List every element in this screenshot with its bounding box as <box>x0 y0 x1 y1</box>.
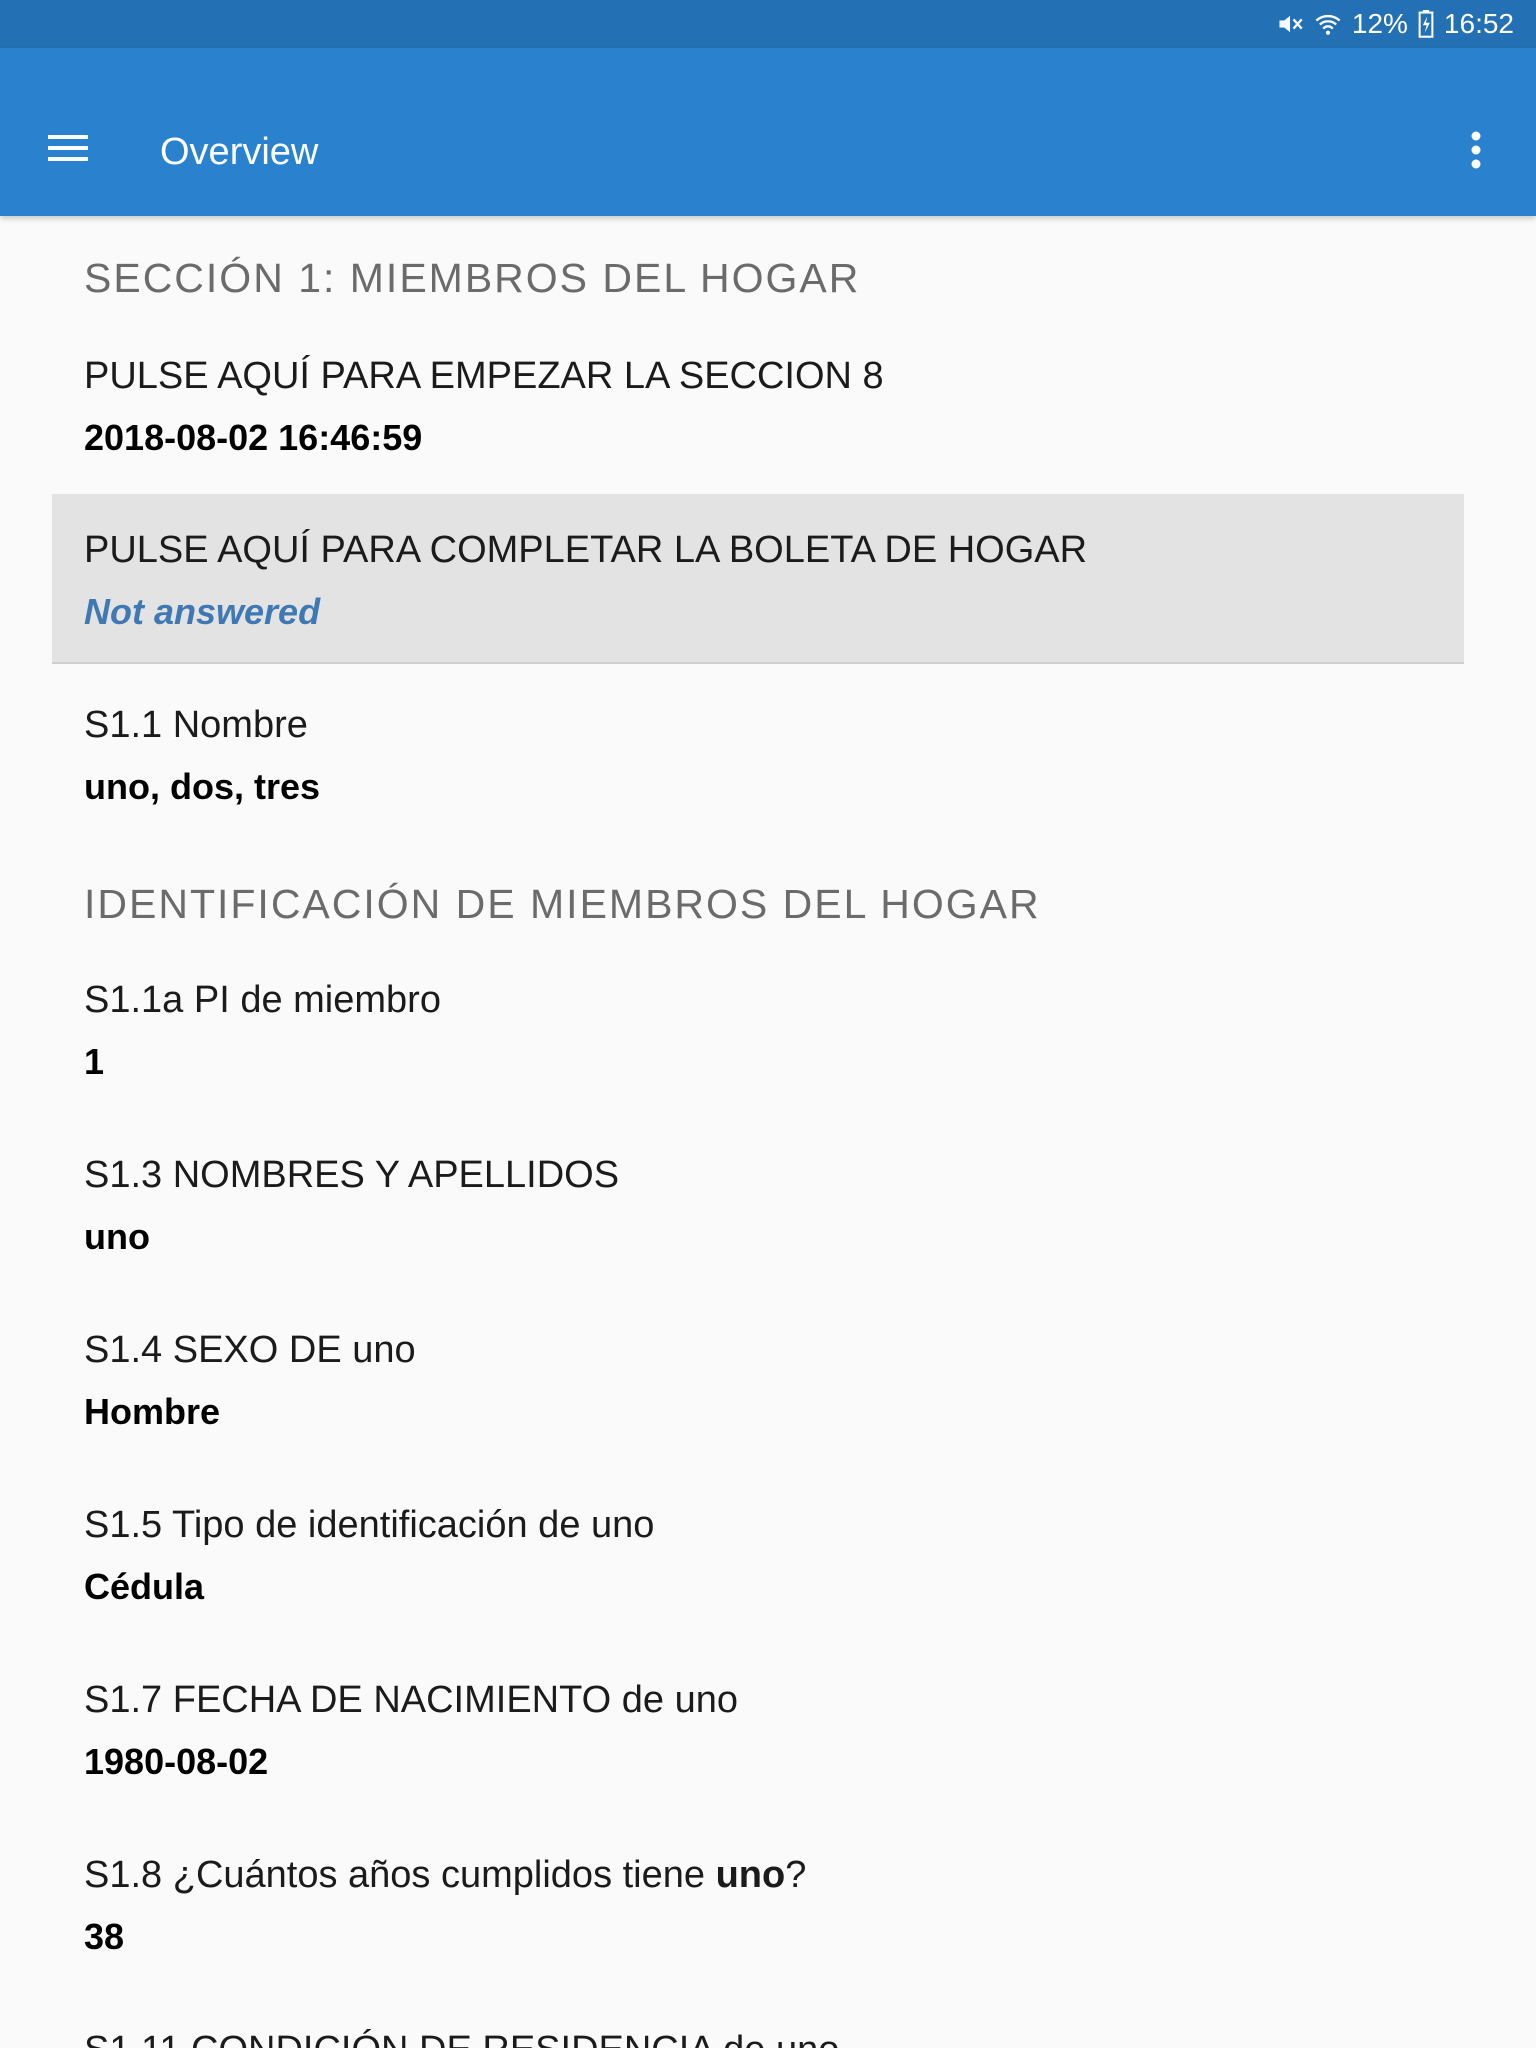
wifi-icon <box>1314 10 1342 38</box>
list-item[interactable]: S1.1a PI de miembro 1 <box>52 974 1464 1086</box>
question-label: S1.1 Nombre <box>84 704 308 746</box>
question-label: S1.11 CONDICIÓN DE RESIDENCIA de uno <box>84 2024 1464 2048</box>
page-title: Overview <box>160 131 319 173</box>
answer-value: Not answered <box>84 591 321 632</box>
question-suffix: ? <box>785 1854 807 1896</box>
answer-value: Cédula <box>84 1566 205 1607</box>
answer-value: 2018-08-02 16:46:59 <box>84 417 423 458</box>
clock: 16:52 <box>1443 8 1514 39</box>
question-label: S1.4 SEXO DE uno <box>84 1329 416 1371</box>
answer-value: 1980-08-02 <box>84 1741 269 1782</box>
list-item[interactable]: S1.4 SEXO DE uno Hombre <box>52 1324 1464 1436</box>
question-label: PULSE AQUÍ PARA COMPLETAR LA BOLETA DE H… <box>84 529 1088 571</box>
app-bar: Overview <box>0 48 1536 216</box>
question-label: S1.3 NOMBRES Y APELLIDOS <box>84 1154 620 1196</box>
list-item[interactable]: S1.8 ¿Cuántos años cumplidos tiene uno? … <box>52 1849 1464 1961</box>
overview-list: SECCIÓN 1: MIEMBROS DEL HOGAR PULSE AQUÍ… <box>0 216 1536 2048</box>
section-header: IDENTIFICACIÓN DE MIEMBROS DEL HOGAR <box>84 881 1041 927</box>
battery-charging-icon <box>1418 10 1434 38</box>
question-label: PULSE AQUÍ PARA EMPEZAR LA SECCION 8 <box>84 355 884 397</box>
section-header: SECCIÓN 1: MIEMBROS DEL HOGAR <box>84 255 861 301</box>
question-bold-name: uno <box>715 1854 786 1896</box>
answer-value: uno <box>84 1216 150 1257</box>
answer-value: 1 <box>84 1041 105 1082</box>
more-vert-icon[interactable] <box>1458 128 1494 176</box>
list-item[interactable]: PULSE AQUÍ PARA EMPEZAR LA SECCION 8 201… <box>52 350 1464 462</box>
hamburger-menu-icon[interactable] <box>48 132 96 172</box>
list-item[interactable]: S1.5 Tipo de identificación de uno Cédul… <box>52 1499 1464 1611</box>
list-item[interactable]: S1.1 Nombre uno, dos, tres <box>52 699 1464 811</box>
battery-percentage: 12% <box>1351 8 1408 39</box>
list-item[interactable]: S1.11 CONDICIÓN DE RESIDENCIA de uno <box>52 2024 1464 2048</box>
question-label: S1.1a PI de miembro <box>84 979 441 1021</box>
answer-value: uno, dos, tres <box>84 766 321 807</box>
question-label: S1.7 FECHA DE NACIMIENTO de uno <box>84 1679 738 1721</box>
answer-value: 38 <box>84 1916 125 1957</box>
mute-icon <box>1276 10 1304 38</box>
list-item-highlighted[interactable]: PULSE AQUÍ PARA COMPLETAR LA BOLETA DE H… <box>52 494 1464 664</box>
answer-value: Hombre <box>84 1391 221 1432</box>
status-bar: 12% 16:52 <box>0 0 1536 48</box>
question-prefix: S1.8 ¿Cuántos años cumplidos tiene <box>84 1854 716 1896</box>
question-label: S1.8 ¿Cuántos años cumplidos tiene uno? <box>84 1849 1464 1901</box>
question-label: S1.5 Tipo de identificación de uno <box>84 1504 655 1546</box>
list-item[interactable]: S1.3 NOMBRES Y APELLIDOS uno <box>52 1149 1464 1261</box>
list-item[interactable]: S1.7 FECHA DE NACIMIENTO de uno 1980-08-… <box>52 1674 1464 1786</box>
